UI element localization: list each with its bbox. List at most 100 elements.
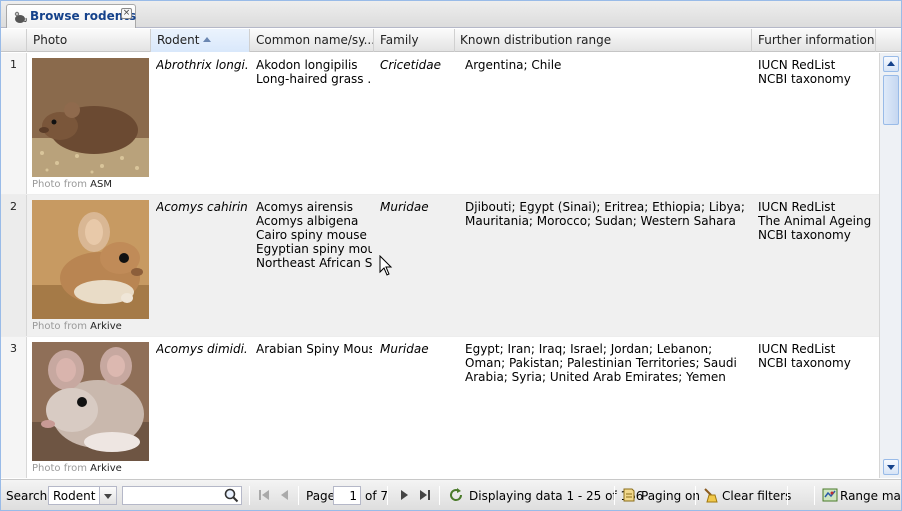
rodent-name[interactable]: Acomys cahirin... [156, 200, 248, 214]
photo-credit: Photo from Arkive [32, 321, 122, 332]
family-name: Muridae [380, 200, 429, 214]
distribution-range: Egypt; Iran; Iraq; Israel; Jordan; Leban… [465, 342, 737, 384]
tab-browse-rodents[interactable]: Browse rodents × [6, 4, 136, 28]
common-names: Akodon longipilis Long-haired grass ... [256, 58, 372, 86]
photo-credit-prefix: Photo from [32, 463, 87, 474]
column-header-rodent[interactable]: Rodent [151, 29, 250, 52]
broom-icon [704, 488, 718, 503]
column-header-photo-label: Photo [33, 33, 68, 47]
rodent-photo[interactable] [32, 200, 149, 319]
rodent-photo[interactable] [32, 58, 149, 177]
next-page-icon[interactable] [396, 487, 412, 503]
photo-credit-prefix: Photo from [32, 321, 87, 332]
photo-credit: Photo from Arkive [32, 463, 122, 474]
page-number-input[interactable]: 1 [333, 486, 361, 505]
common-name: Akodon longipilis [256, 58, 358, 72]
clear-filters-label: Clear filters [722, 489, 792, 503]
table-row[interactable]: 2 Photo from Arkive Acomys cahirin... [1, 195, 879, 337]
toolbar-separator [787, 486, 788, 505]
search-input[interactable] [122, 486, 242, 505]
ncbi-taxonomy-link[interactable]: NCBI taxonomy [758, 228, 876, 242]
distribution-range: Djibouti; Egypt (Sinai); Eritrea; Ethiop… [465, 200, 745, 228]
paging-toolbar: Search: Rodent Page 1 of 7 Displaying da… [1, 479, 901, 510]
common-name: Acomys airensis [256, 200, 353, 214]
row-number: 2 [1, 195, 27, 336]
photo-credit: Photo from ASM [32, 179, 112, 190]
magnifier-icon[interactable] [224, 488, 239, 503]
refresh-icon[interactable] [448, 487, 464, 503]
column-header-photo[interactable]: Photo [27, 29, 151, 52]
sort-ascending-icon [203, 37, 212, 42]
browse-rodents-window: Browse rodents × Photo Rodent Common nam… [0, 0, 902, 511]
search-field-value: Rodent [53, 489, 96, 503]
column-header-info-label: Further information [758, 33, 875, 47]
common-names: Arabian Spiny Mouse [256, 342, 372, 356]
page-total: of 7 [365, 489, 389, 503]
common-name: Acomys albigena [256, 214, 359, 228]
page-label: Page [306, 489, 336, 503]
ncbi-taxonomy-link[interactable]: NCBI taxonomy [758, 356, 876, 370]
iucn-redlist-link[interactable]: IUCN RedList [758, 58, 876, 72]
tab-strip: Browse rodents × [1, 1, 901, 28]
mouse-pointer-icon [379, 255, 393, 276]
common-names: Acomys airensis Acomys albigena Cairo sp… [256, 200, 372, 270]
vertical-scrollbar[interactable] [879, 53, 901, 478]
rownum-header [1, 29, 27, 52]
grid-header: Photo Rodent Common name/sy... Family Kn… [1, 29, 901, 52]
row-number: 1 [1, 53, 27, 194]
column-header-family-label: Family [380, 33, 419, 47]
search-label: Search: [6, 489, 52, 503]
mouse-icon [13, 10, 27, 24]
toolbar-separator [814, 486, 815, 505]
first-page-icon[interactable] [256, 487, 272, 503]
rodent-name[interactable]: Abrothrix longi... [156, 58, 248, 72]
animal-ageing-link[interactable]: The Animal Ageing ... [758, 214, 876, 228]
paging-label: Paging on [641, 489, 700, 503]
further-info-links: IUCN RedList NCBI taxonomy [758, 58, 876, 86]
common-name: Cairo spiny mouse [256, 228, 367, 242]
common-name: Northeast African S... [256, 256, 372, 270]
range-map-label: Range map [840, 489, 902, 503]
family-name: Muridae [380, 342, 429, 356]
prev-page-icon[interactable] [277, 487, 293, 503]
search-field-select[interactable]: Rodent [48, 486, 117, 505]
ncbi-taxonomy-link[interactable]: NCBI taxonomy [758, 72, 876, 86]
scroll-down-button[interactable] [883, 459, 899, 475]
scrollbar-thumb[interactable] [883, 75, 899, 125]
scroll-up-button[interactable] [883, 56, 899, 72]
grid-body: 1 Photo from ASM Abrothrix longi... Akod… [1, 53, 879, 478]
common-name: Arabian Spiny Mouse [256, 342, 372, 356]
iucn-redlist-link[interactable]: IUCN RedList [758, 342, 876, 356]
rodent-name[interactable]: Acomys dimidi... [156, 342, 248, 356]
further-info-links: IUCN RedList NCBI taxonomy [758, 342, 876, 370]
photo-source: Arkive [90, 321, 122, 332]
family-name: Cricetidae [380, 58, 442, 72]
toolbar-separator [298, 486, 299, 505]
table-row[interactable]: 1 Photo from ASM Abrothrix longi... Akod… [1, 53, 879, 195]
common-name: Long-haired grass ... [256, 72, 372, 86]
table-row[interactable]: 3 Photo from Arkive Acomys dimidi... Ara… [1, 337, 879, 478]
photo-source: Arkive [90, 463, 122, 474]
map-icon [822, 488, 838, 502]
iucn-redlist-link[interactable]: IUCN RedList [758, 200, 876, 214]
column-header-common-name[interactable]: Common name/sy... [250, 29, 374, 52]
toolbar-separator [614, 486, 615, 505]
column-header-range-label: Known distribution range [460, 33, 612, 47]
column-header-info[interactable]: Further information [752, 29, 876, 52]
photo-credit-prefix: Photo from [32, 179, 87, 190]
common-name: Egyptian spiny mou... [256, 242, 372, 256]
toolbar-separator [439, 486, 440, 505]
distribution-range: Argentina; Chile [465, 58, 562, 72]
column-header-range[interactable]: Known distribution range [455, 29, 752, 52]
rodent-photo[interactable] [32, 342, 149, 461]
close-icon[interactable]: × [121, 8, 132, 19]
toolbar-separator [387, 486, 388, 505]
row-number: 3 [1, 337, 27, 478]
photo-source: ASM [90, 179, 112, 190]
chevron-down-icon[interactable] [99, 487, 116, 504]
toolbar-separator [249, 486, 250, 505]
column-header-rodent-label: Rodent [157, 33, 200, 47]
column-header-family[interactable]: Family [374, 29, 455, 52]
last-page-icon[interactable] [417, 487, 433, 503]
column-header-common-label: Common name/sy... [256, 33, 374, 47]
